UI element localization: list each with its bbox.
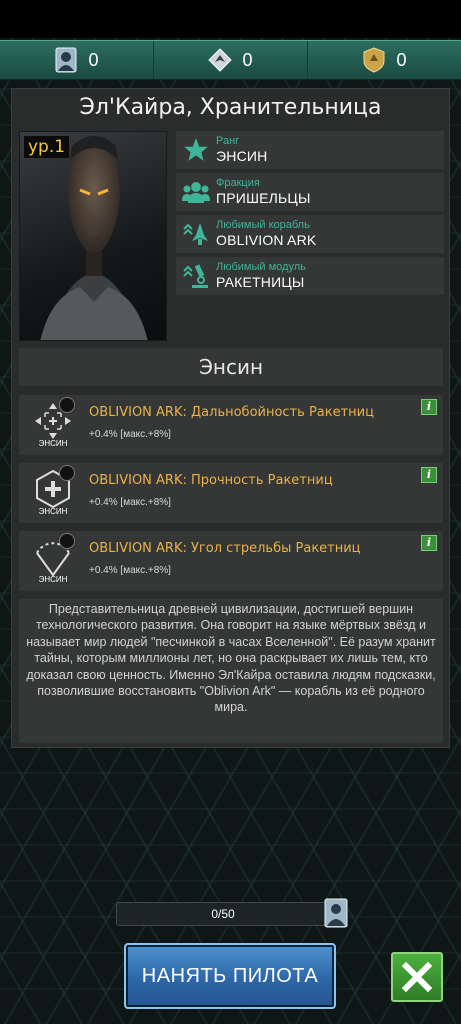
gold-shield-icon xyxy=(362,47,386,73)
close-icon xyxy=(402,962,432,992)
info-faction-value: ПРИШЕЛЬЦЫ xyxy=(216,190,311,206)
pilot-name: Эл'Кайра, Хранительница xyxy=(79,95,382,120)
currency-gold[interactable]: 0 xyxy=(308,41,461,79)
info-rank-value: ЭНСИН xyxy=(216,148,268,164)
info-module-label: Любимый модуль xyxy=(216,261,306,273)
pilot-lore: Представительница древней цивилизации, д… xyxy=(19,599,443,743)
microscope-icon xyxy=(176,257,216,295)
skill-description: +0.4% [макс.+8%] xyxy=(89,497,171,508)
gold-count: 0 xyxy=(396,49,407,70)
skill-description: +0.4% [макс.+8%] xyxy=(89,429,171,440)
pilot-panel: Эл'Кайра, Хранительница ур.1 Ранг ЭНСИН … xyxy=(11,88,450,748)
pilot-card-icon xyxy=(324,898,348,928)
currency-blueprints[interactable]: 0 xyxy=(154,41,308,79)
info-faction-label: Фракция xyxy=(216,177,260,189)
pilot-cards-progress: 0/50 xyxy=(116,902,330,926)
info-favorite-ship: Любимый корабль OBLIVION ARK xyxy=(176,215,444,253)
skill-title: OBLIVION ARK: Дальнобойность Ракетниц xyxy=(89,405,374,420)
info-rank: Ранг ЭНСИН xyxy=(176,131,444,169)
skill-row-hull[interactable]: ЭНСИН OBLIVION ARK: Прочность Ракетниц +… xyxy=(19,463,443,523)
info-ship-value: OBLIVION ARK xyxy=(216,232,317,248)
pilot-card-icon xyxy=(54,47,78,73)
close-button[interactable] xyxy=(391,952,443,1002)
level-badge: ур.1 xyxy=(24,136,70,158)
star-icon xyxy=(176,131,216,169)
info-favorite-module: Любимый модуль РАКЕТНИЦЫ xyxy=(176,257,444,295)
skill-rank-label: ЭНСИН xyxy=(38,507,68,516)
skill-row-firing-arc[interactable]: ЭНСИН OBLIVION ARK: Угол стрельбы Ракетн… xyxy=(19,531,443,591)
skill-info-button[interactable]: i xyxy=(421,467,437,483)
skill-description: +0.4% [макс.+8%] xyxy=(89,565,171,576)
info-ship-label: Любимый корабль xyxy=(216,219,310,231)
skill-info-button[interactable]: i xyxy=(421,535,437,551)
info-rank-label: Ранг xyxy=(216,135,240,147)
status-bar xyxy=(0,0,461,38)
pilot-portrait: ур.1 xyxy=(19,131,167,341)
edit-pencil-icon xyxy=(59,533,75,549)
ship-icon xyxy=(176,215,216,253)
info-module-value: РАКЕТНИЦЫ xyxy=(216,274,305,290)
group-icon xyxy=(176,173,216,211)
skill-title: OBLIVION ARK: Прочность Ракетниц xyxy=(89,473,333,488)
skill-info-button[interactable]: i xyxy=(421,399,437,415)
currency-pilot-cards[interactable]: 0 xyxy=(0,41,154,79)
currency-bar: 0 0 0 xyxy=(0,40,461,80)
edit-pencil-icon xyxy=(59,397,75,413)
pilot-portrait-art xyxy=(40,136,148,340)
skill-row-range[interactable]: ЭНСИН OBLIVION ARK: Дальнобойность Ракет… xyxy=(19,395,443,455)
skill-rank-label: ЭНСИН xyxy=(38,575,68,584)
skill-rank-label: ЭНСИН xyxy=(38,439,68,448)
blueprints-count: 0 xyxy=(242,49,253,70)
skill-title: OBLIVION ARK: Угол стрельбы Ракетниц xyxy=(89,541,361,556)
info-faction: Фракция ПРИШЕЛЬЦЫ xyxy=(176,173,444,211)
hire-pilot-button[interactable]: НАНЯТЬ ПИЛОТА xyxy=(124,943,336,1009)
rank-header: Энсин xyxy=(19,348,443,386)
ship-blueprint-icon xyxy=(208,47,233,73)
pilot-cards-count: 0 xyxy=(88,49,99,70)
pilot-info-list: Ранг ЭНСИН Фракция ПРИШЕЛЬЦЫ Любимый кор… xyxy=(176,131,444,299)
edit-pencil-icon xyxy=(59,465,75,481)
